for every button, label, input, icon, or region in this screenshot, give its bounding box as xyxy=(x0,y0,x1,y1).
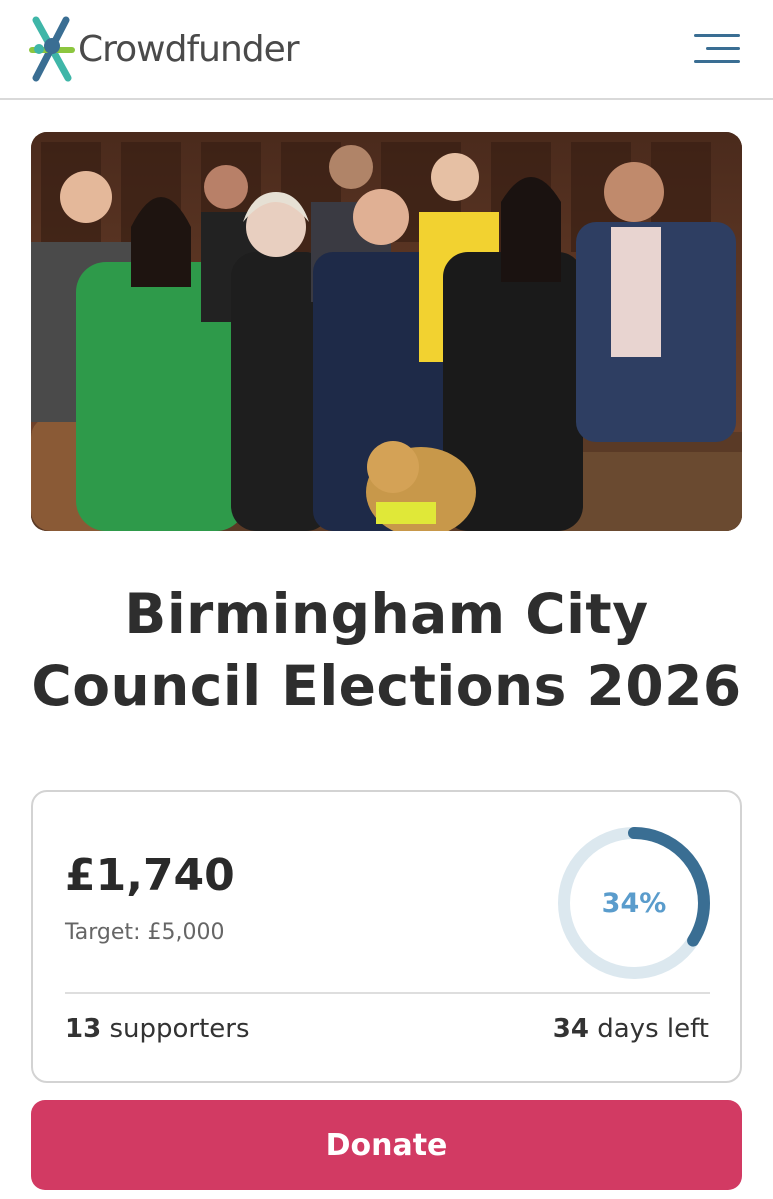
supporters-number: 13 xyxy=(65,1014,102,1044)
donate-button[interactable]: Donate xyxy=(31,1100,742,1190)
supporters-count: 13 supporters xyxy=(65,1014,250,1044)
group-photo xyxy=(31,132,742,531)
hamburger-menu-icon[interactable] xyxy=(694,34,744,64)
crowdfunder-logo[interactable]: Crowdfunder xyxy=(28,14,328,84)
project-title: Birmingham City Council Elections 2026 xyxy=(31,582,742,718)
crowdfunder-figure-icon xyxy=(29,16,75,82)
card-divider xyxy=(65,992,710,994)
supporters-label: supporters xyxy=(109,1014,250,1044)
days-number: 34 xyxy=(552,1014,589,1044)
days-label: days left xyxy=(597,1014,709,1044)
days-left: 34 days left xyxy=(553,1014,709,1044)
progress-percent: 34% xyxy=(601,887,667,919)
funding-target: Target: £5,000 xyxy=(65,920,225,945)
site-header: Crowdfunder xyxy=(0,0,773,100)
project-hero-image xyxy=(31,132,742,531)
funding-summary-card: £1,740 Target: £5,000 34% 13 supporters … xyxy=(31,790,742,1083)
logo-wordmark: Crowdfunder xyxy=(78,28,300,70)
amount-raised: £1,740 xyxy=(65,850,235,901)
